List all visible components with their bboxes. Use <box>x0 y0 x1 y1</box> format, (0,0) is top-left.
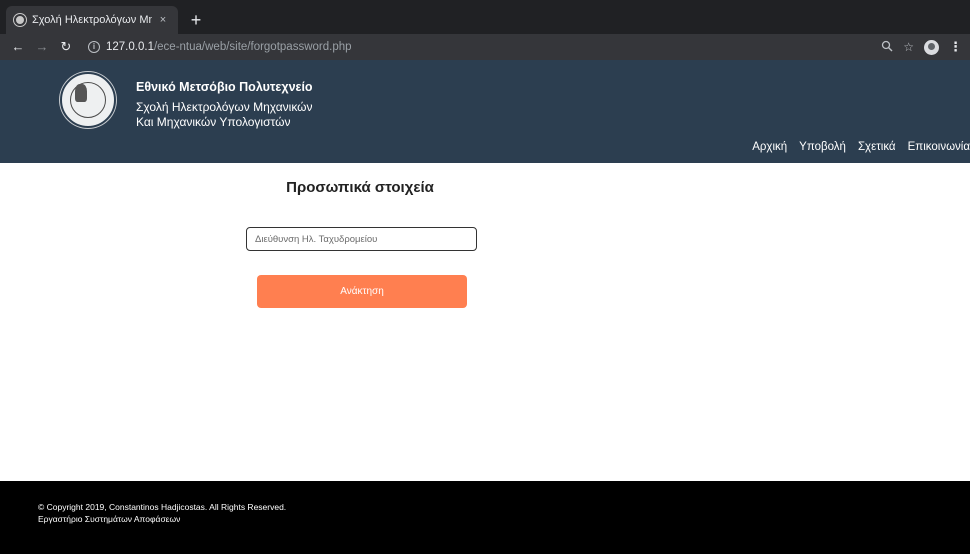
school-name-line1: Σχολή Ηλεκτρολόγων Μηχανικών <box>136 100 313 114</box>
more-vertical-icon[interactable]: ⋮ <box>949 39 962 55</box>
email-field[interactable] <box>246 227 477 251</box>
nav-link-home[interactable]: Αρχική <box>752 141 787 153</box>
recover-button[interactable]: Ανάκτηση <box>257 275 467 308</box>
reload-icon[interactable]: ↻ <box>56 37 76 57</box>
new-tab-button[interactable]: + <box>184 8 208 32</box>
nav-link-contact[interactable]: Επικοινωνία <box>908 141 970 153</box>
nav-link-submit[interactable]: Υποβολή <box>799 141 846 153</box>
avatar-icon[interactable] <box>924 39 939 55</box>
copyright-text: © Copyright 2019, Constantinos Hadjicost… <box>38 502 287 512</box>
header-text: Εθνικό Μετσόβιο Πολυτεχνείο Σχολή Ηλεκτρ… <box>136 80 313 130</box>
site-header: Εθνικό Μετσόβιο Πολυτεχνείο Σχολή Ηλεκτρ… <box>0 60 970 163</box>
zoom-icon[interactable] <box>881 40 893 55</box>
tab-strip: Σχολή Ηλεκτρολόγων Μηχανικ × + <box>0 0 970 34</box>
seal-figure <box>75 84 87 102</box>
close-icon[interactable]: × <box>156 14 170 26</box>
site-footer: © Copyright 2019, Constantinos Hadjicost… <box>0 481 970 554</box>
page-title: Προσωπικά στοιχεία <box>286 179 434 196</box>
info-icon[interactable]: i <box>88 41 100 53</box>
main-content: Προσωπικά στοιχεία Ανάκτηση <box>0 163 970 481</box>
main-nav: Αρχική Υποβολή Σχετικά Επικοινωνία <box>740 141 970 153</box>
browser-tab[interactable]: Σχολή Ηλεκτρολόγων Μηχανικ × <box>6 6 178 34</box>
footer-text: © Copyright 2019, Constantinos Hadjicost… <box>38 501 286 525</box>
browser-toolbar: ← → ↻ i 127.0.0.1/ece-ntua/web/site/forg… <box>0 34 970 60</box>
forward-arrow-icon[interactable]: → <box>32 37 52 57</box>
school-name-line2: Και Μηχανικών Υπολογιστών <box>136 115 291 129</box>
university-name: Εθνικό Μετσόβιο Πολυτεχνείο <box>136 80 313 94</box>
toolbar-actions: ☆ ⋮ <box>881 39 962 55</box>
star-icon[interactable]: ☆ <box>903 40 914 54</box>
tab-title: Σχολή Ηλεκτρολόγων Μηχανικ <box>32 14 152 26</box>
browser-window: Σχολή Ηλεκτρολόγων Μηχανικ × + ← → ↻ i 1… <box>0 0 970 554</box>
back-arrow-icon[interactable]: ← <box>8 37 28 57</box>
url-path: /ece-ntua/web/site/forgotpassword.php <box>153 41 352 53</box>
address-bar[interactable]: 127.0.0.1/ece-ntua/web/site/forgotpasswo… <box>106 41 352 53</box>
favicon-icon <box>13 13 27 27</box>
url-host: 127.0.0.1 <box>106 41 154 53</box>
nav-link-about[interactable]: Σχετικά <box>858 141 896 153</box>
university-seal-logo[interactable] <box>60 72 116 128</box>
lab-name: Εργαστήριο Συστημάτων Αποφάσεων <box>38 514 181 524</box>
